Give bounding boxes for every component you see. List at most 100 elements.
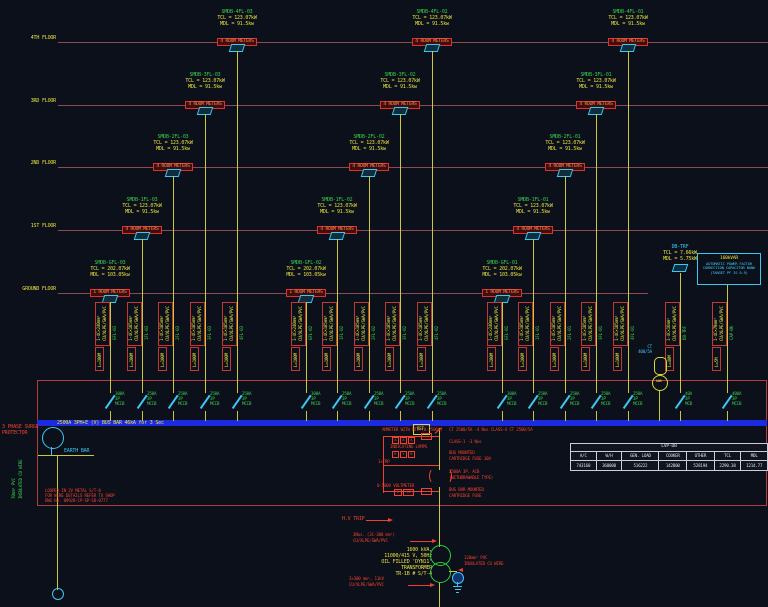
mdl-text: MDL = 103.05kw	[482, 272, 522, 278]
breaker-label: MCCB	[147, 401, 157, 406]
mdl-text: MDL = 103.05kw	[286, 272, 326, 278]
ct-spec-label: CLASS-1 -3 Nos	[449, 439, 482, 444]
breaker-icon	[496, 394, 508, 409]
smdb-label: SMDB-3FL-03 TCL = 123.07kW MDL = 91.5kw 4 R…	[165, 72, 245, 109]
breaker-icon	[674, 394, 686, 409]
breaker-label: MCCB	[178, 401, 188, 406]
feeder-tag-text: 1FL-03	[144, 326, 149, 340]
riser-line	[565, 411, 566, 421]
cable-size-text: 1-4C×240mm²	[488, 315, 493, 341]
riser-line	[432, 51, 433, 393]
surge-protector-icon	[42, 427, 64, 449]
lv-cable-line	[410, 541, 432, 542]
breaker-icon	[231, 394, 243, 409]
cable-size-text: 1-4C×185mm²	[128, 315, 133, 341]
acb-spec-label: 2500A 3P, ACB	[449, 469, 480, 474]
earth-stroke	[455, 589, 461, 590]
earth-stroke	[456, 591, 459, 593]
riser-line	[628, 411, 629, 421]
acb-icon	[429, 468, 439, 484]
feeder-tag-text: 3FL-03	[207, 326, 212, 340]
arrow-icon	[458, 568, 463, 572]
cable-size-text: 1-4C×185mm²	[386, 315, 391, 341]
breaker-label: MCCB	[242, 401, 252, 406]
busbar-label: 2500A 3PH+E (V) BUS BAR 46kA for 3 Sec	[57, 420, 164, 426]
breaker-label: MCCB	[538, 401, 548, 406]
cable-size-text: 1-4C×185mm²	[519, 315, 524, 341]
capacitor-bank-label: 160kVAR AUTOMATIC POWER FACTOR CORRECTION …	[697, 253, 761, 285]
breaker-icon	[559, 394, 571, 409]
breaker-icon	[622, 394, 634, 409]
riser-line	[369, 411, 370, 421]
cable-size-text: 1-4C×185mm²	[582, 315, 587, 341]
smdb-label: SMDB-2FL-02 TCL = 123.07kW MDL = 91.5kw 4 R…	[329, 134, 409, 171]
indicating-lamps-label: INDICATING LAMPS	[390, 444, 428, 449]
cable-size-text: 1-4C×185mm²	[159, 315, 164, 341]
earth-wire-label: INSULATED CU WIRE	[18, 459, 23, 499]
table-value-cell: 1214.77	[740, 461, 767, 470]
arrow-icon	[388, 517, 393, 522]
riser-line	[337, 411, 338, 421]
ammeter-label: AMMETER WITH MTR (0-2500A)	[382, 427, 443, 432]
table-value-row: 743160 360000 516222 142800 528194 2290.38 121…	[571, 461, 767, 470]
riser-line	[110, 302, 111, 393]
riser-line	[142, 239, 143, 393]
table-header-cell: A/C	[579, 453, 587, 458]
ct-meter-drop-line	[659, 391, 660, 421]
table-value-cell: 516222	[621, 461, 658, 470]
breaker-label: MCCB	[115, 401, 125, 406]
smdb-label: SMDB-3FL-01 TCL = 123.07kW MDL = 91.5kw 4 R…	[556, 72, 636, 109]
table-value-cell: 528194	[686, 461, 714, 470]
feeder-tag-text: 4FL-03	[239, 326, 244, 340]
mdl-text: MDL = 91.5kw	[516, 209, 550, 215]
mdl-text: MDL = 91.5kw	[220, 21, 254, 27]
cable-size-text: 1-4C×240mm²	[292, 315, 297, 341]
cable-length-text: L=40M	[667, 355, 672, 367]
cable-size-text: 1-4C×16mm²	[666, 317, 671, 341]
cable-size-text: 1-4C×70mm²	[713, 317, 718, 341]
cable-length-text: L=5M	[714, 357, 719, 367]
earth-down-line	[57, 456, 58, 590]
table-title: LVP-DB	[571, 444, 767, 452]
hv-cable-label: 3×300 mm², 11kV	[349, 576, 384, 581]
hv-trip-label: H.V TRIP	[342, 516, 365, 522]
feeder-tag-text: 2FL-01	[567, 326, 572, 340]
riser-line	[680, 273, 681, 393]
smdb-label: SMDB-4FL-02 TCL = 123.07kW MDL = 91.5kw 4 R…	[392, 9, 472, 46]
riser-line	[628, 51, 629, 393]
ammeter-box: A	[400, 437, 407, 444]
load-table: LVP-DB A/C W/H GEN. LOAD COOKER OTHER TCL MDL 74…	[570, 443, 768, 471]
breaker-label: MCCB	[732, 401, 742, 406]
riser-line	[502, 411, 503, 421]
breaker-label: MCCB	[342, 401, 352, 406]
breaker-icon	[590, 394, 602, 409]
cable-type-text: CU/XLPE/SWA/PVC	[392, 306, 397, 341]
riser-line	[173, 411, 174, 421]
cable-length-text: L=100M	[97, 353, 102, 367]
neutral-wire-label: INSULATED CU WIRE	[464, 561, 504, 566]
kwh-circle-label: kWh	[655, 378, 663, 383]
cad-drawing-canvas[interactable]: 4TH FLOOR 3RD FLOOR 2ND FLOOR 1ST FLOOR GROU…	[0, 0, 768, 607]
neutral-wire-label: 120mm² PVC	[464, 555, 488, 560]
ct-spec-label: CT 2500/5A -4 Nos CLASS-X CT 2500/5A	[449, 427, 533, 432]
breaker-label: MCB	[685, 401, 692, 406]
mdl-text: MDL = 91.5kw	[579, 84, 613, 90]
breaker-label: MCCB	[507, 401, 517, 406]
smdb-label: SMDB-4FL-01 TCL = 123.07kW MDL = 91.5kw 4 R…	[588, 9, 668, 46]
breaker-label: MCCB	[601, 401, 611, 406]
table-header-cell: COOKER	[658, 452, 686, 460]
lamp-box: Y	[400, 451, 407, 458]
breaker-icon	[199, 394, 211, 409]
trip-label: 1×TRP	[378, 459, 390, 464]
cable-length-text: L=100M	[160, 353, 165, 367]
breaker-label: MCCB	[210, 401, 220, 406]
ct-capsule-icon	[654, 357, 667, 375]
smdb-label: SMDB-GFL-01 TCL = 202.07kW MDL = 103.05kw 1…	[462, 260, 542, 297]
mdl-text: MDL = 91.5kw	[611, 21, 645, 27]
breaker-label: MCCB	[374, 401, 384, 406]
riser-line	[502, 302, 503, 393]
cable-length-text: L=100M	[192, 353, 197, 367]
riser-line	[596, 114, 597, 393]
table-value-cell: 743160	[576, 463, 591, 468]
cable-type-text: CU/XLPE/SWA/PVC	[329, 306, 334, 341]
